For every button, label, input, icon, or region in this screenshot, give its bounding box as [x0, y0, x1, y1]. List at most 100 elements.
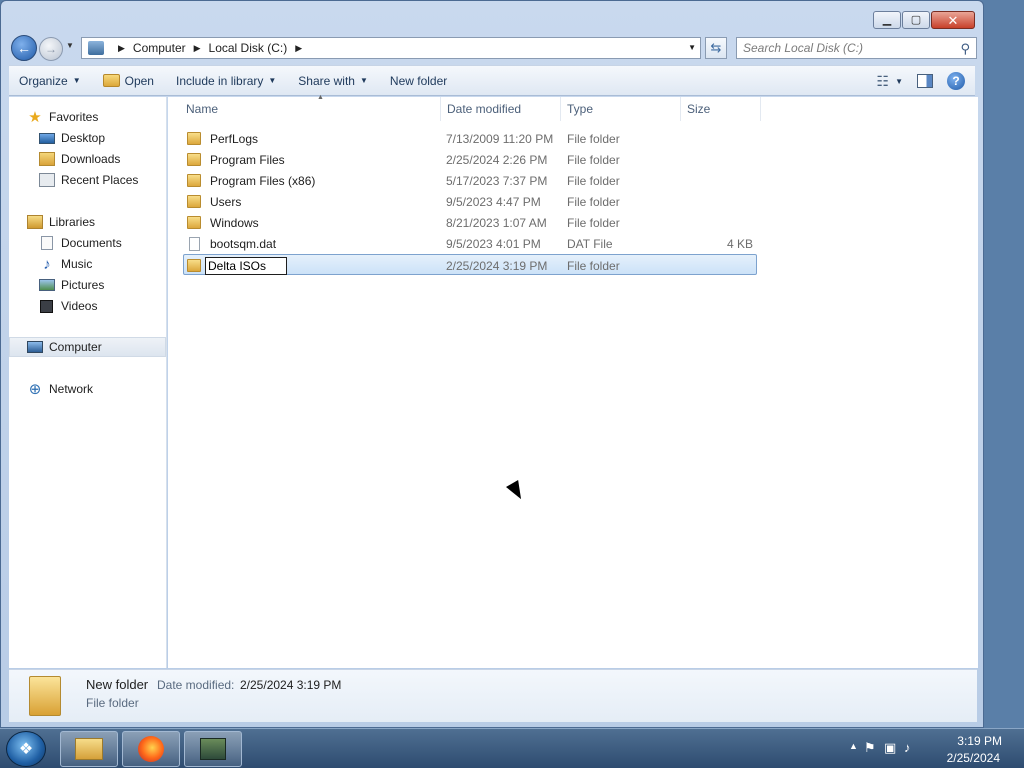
recent-places-icon [39, 173, 55, 187]
back-arrow-icon: ← [17, 40, 31, 56]
chevron-down-icon: ▼ [359, 76, 368, 85]
sidebar-item-label: Favorites [49, 110, 99, 124]
forward-arrow-icon: → [45, 42, 57, 56]
view-controls: ☷ ▼ ? [877, 72, 965, 90]
column-header-name[interactable]: ▲ Name [180, 94, 441, 121]
file-row[interactable]: Windows 8/21/2023 1:07 AM File folder [183, 212, 757, 233]
sidebar-item-network[interactable]: ⊕ Network [27, 379, 184, 399]
file-name-cell: bootsqm.dat [187, 233, 276, 254]
folder-open-icon [102, 74, 120, 87]
chevron-down-icon: ▼ [72, 76, 81, 85]
pictures-icon [39, 279, 55, 291]
breadcrumb-computer[interactable]: Computer [133, 41, 186, 55]
search-input[interactable]: Search Local Disk (C:) ⚲ [736, 37, 977, 59]
breadcrumb-local-disk[interactable]: Local Disk (C:) [209, 41, 288, 55]
breadcrumb-separator-icon[interactable]: ▶ [194, 43, 201, 54]
column-header-type[interactable]: Type [561, 97, 681, 121]
file-type: File folder [567, 194, 620, 209]
libraries-icon [27, 215, 43, 229]
breadcrumb-separator-icon[interactable]: ▶ [295, 43, 302, 54]
sidebar-item-favorites[interactable]: ★ Favorites [27, 107, 184, 127]
network-status-icon[interactable]: ▣ [884, 740, 896, 756]
address-dropdown-icon[interactable]: ▼ [688, 43, 696, 52]
help-icon[interactable]: ? [947, 72, 965, 90]
start-button[interactable]: ❖ [6, 731, 46, 767]
open-button[interactable]: Open [102, 74, 154, 88]
file-type: DAT File [567, 236, 613, 251]
minimize-button[interactable]: ▁ [873, 11, 901, 29]
desktop-icon [39, 132, 55, 144]
downloads-icon [39, 152, 55, 166]
command-bar: Organize ▼ Open Include in library ▼ Share… [9, 65, 975, 96]
back-button[interactable]: ← [11, 35, 37, 61]
sidebar-item-label: Pictures [61, 278, 105, 292]
breadcrumb-separator-icon[interactable]: ▶ [118, 43, 125, 54]
firefox-icon [138, 736, 164, 762]
refresh-button[interactable]: ⇆ [705, 37, 727, 59]
file-row[interactable]: Program Files (x86) 5/17/2023 7:37 PM Fi… [183, 170, 757, 191]
file-row[interactable]: bootsqm.dat 9/5/2023 4:01 PM DAT File 4 … [183, 233, 757, 254]
details-pane: New folder Date modified: 2/25/2024 3:19… [9, 669, 977, 722]
network-icon: ⊕ [28, 381, 42, 398]
app-icon [200, 738, 226, 760]
new-folder-button[interactable]: New folder [390, 74, 447, 88]
preview-pane-icon[interactable] [917, 74, 933, 88]
column-header-date-modified[interactable]: Date modified [441, 97, 561, 121]
file-row[interactable]: Users 9/5/2023 4:47 PM File folder [183, 191, 757, 212]
file-date: 9/5/2023 4:01 PM [446, 236, 541, 251]
file-name: Program Files (x86) [210, 173, 316, 188]
share-with-button[interactable]: Share with ▼ [298, 74, 368, 88]
recent-pages-dropdown-icon[interactable]: ▼ [66, 41, 74, 50]
rename-input[interactable] [205, 256, 287, 275]
maximize-icon: ▢ [910, 13, 922, 26]
minimize-icon: ▁ [882, 13, 892, 26]
file-row[interactable]: PerfLogs 7/13/2009 11:20 PM File folder [183, 128, 757, 149]
taskbar-app-button[interactable] [184, 731, 242, 767]
search-icon[interactable]: ⚲ [960, 41, 970, 57]
explorer-window: ▁ ▢ ✕ ← → ▼ ▶ Computer ▶ Local Disk (C:)… [0, 0, 984, 728]
include-in-library-label: Include in library [175, 73, 264, 88]
music-icon: ♪ [43, 255, 51, 273]
share-with-label: Share with [298, 73, 355, 88]
show-hidden-icons-icon[interactable]: ▲ [849, 741, 858, 751]
computer-icon [88, 41, 104, 55]
forward-button[interactable]: → [39, 37, 63, 61]
sidebar-item-computer[interactable]: Computer [9, 337, 166, 357]
clock-date[interactable]: 2/25/2024 [947, 751, 1000, 765]
file-name-cell: Program Files (x86) [187, 170, 315, 191]
maximize-button[interactable]: ▢ [902, 11, 930, 29]
column-header-label: Date modified [447, 102, 522, 116]
column-header-size[interactable]: Size [681, 97, 761, 121]
column-header-label: Type [567, 102, 594, 116]
chevron-down-icon[interactable]: ▼ [895, 77, 903, 86]
taskbar-explorer-button[interactable] [60, 731, 118, 767]
windows-logo-icon: ❖ [18, 741, 34, 758]
sidebar-item-label: Documents [61, 236, 122, 250]
new-folder-label: New folder [389, 73, 448, 88]
sidebar-item-label: Libraries [49, 215, 96, 229]
folder-icon [187, 216, 201, 229]
views-icon[interactable]: ☷ [877, 73, 890, 90]
address-bar[interactable]: ▶ Computer ▶ Local Disk (C:) ▶ ▼ [81, 37, 701, 59]
column-header-label: Size [687, 102, 711, 116]
caption-buttons: ▁ ▢ ✕ [873, 11, 975, 29]
folder-icon [187, 259, 201, 272]
sidebar-item-libraries[interactable]: Libraries [27, 212, 184, 232]
column-headers: ▲ Name Date modified Type Size [168, 94, 761, 121]
star-icon: ★ [28, 109, 42, 126]
include-in-library-button[interactable]: Include in library ▼ [176, 74, 276, 88]
file-type: File folder [567, 131, 620, 146]
file-row-selected[interactable]: 2/25/2024 3:19 PM File folder [183, 254, 757, 275]
file-name-cell: PerfLogs [187, 128, 258, 149]
volume-muted-icon[interactable]: ♪ [904, 740, 911, 755]
clock-time[interactable]: 3:19 PM [957, 734, 1002, 748]
file-row[interactable]: Program Files 2/25/2024 2:26 PM File fol… [183, 149, 757, 170]
action-center-flag-icon[interactable]: ⚑ [864, 740, 876, 756]
close-button[interactable]: ✕ [931, 11, 975, 29]
file-name-cell: Users [187, 191, 241, 212]
folder-icon [75, 738, 103, 760]
taskbar-firefox-button[interactable] [122, 731, 180, 767]
file-type: File folder [567, 258, 620, 273]
organize-button[interactable]: Organize ▼ [19, 74, 81, 88]
sidebar-item-label: Downloads [61, 152, 121, 166]
